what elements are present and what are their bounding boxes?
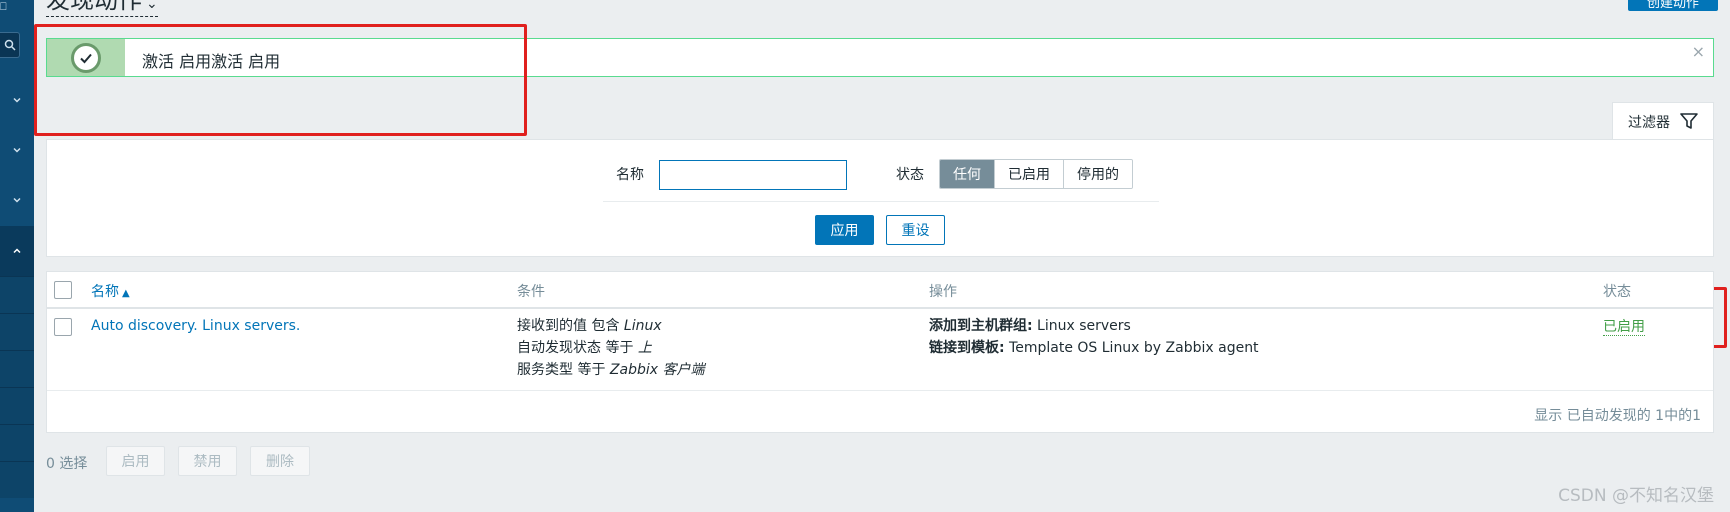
condition-value: Linux	[623, 318, 662, 334]
operation-label: 链接到模板:	[929, 340, 1005, 356]
operation-label: 添加到主机群组:	[929, 318, 1033, 334]
condition-value: Zabbix 客户端	[609, 362, 705, 378]
watermark: CSDN @不知名汉堡	[1558, 486, 1714, 506]
status-option-any[interactable]: 任何	[940, 160, 995, 188]
annotation-box	[34, 24, 527, 136]
sidebar-sub-item[interactable]	[0, 350, 34, 387]
table-header: 名称 ▲ 条件 操作 状态	[47, 272, 1713, 309]
column-header-operations: 操作	[929, 284, 957, 300]
sidebar-sub-item[interactable]	[0, 461, 34, 498]
action-name-link[interactable]: Auto discovery. Linux servers.	[91, 318, 300, 334]
sidebar-chevron-down-icon[interactable]	[0, 75, 34, 125]
filter-tab-label: 过滤器	[1628, 114, 1670, 131]
page-title[interactable]: 发现动作 ⌄	[46, 0, 158, 17]
status-cell: 已启用	[1603, 316, 1645, 338]
table-footer-count: 显示 已自动发现的 1中的1	[1534, 408, 1701, 424]
apply-button[interactable]: 应用	[815, 215, 874, 245]
status-option-enabled[interactable]: 已启用	[995, 160, 1064, 188]
sidebar-sub-item[interactable]	[0, 387, 34, 424]
column-header-conditions: 条件	[517, 284, 545, 300]
enable-button[interactable]: 启用	[106, 446, 165, 476]
sidebar-sub-item[interactable]	[0, 424, 34, 461]
status-toggle-link[interactable]: 已启用	[1603, 319, 1645, 336]
column-name-label: 名称	[91, 284, 119, 300]
sidebar-chevron-up-icon[interactable]	[0, 226, 34, 276]
condition-line: 服务类型 等于 Zabbix 客户端	[517, 359, 704, 381]
funnel-icon	[1680, 113, 1698, 129]
status-filter-label: 状态	[896, 167, 924, 183]
tab-filter[interactable]: 过滤器	[1612, 102, 1714, 140]
sort-asc-icon: ▲	[122, 288, 130, 299]
chevron-down-icon: ⌄	[146, 0, 158, 12]
column-header-status: 状态	[1603, 284, 1631, 300]
row-checkbox[interactable]	[54, 318, 72, 336]
reset-button[interactable]: 重设	[886, 215, 945, 245]
conditions-cell: 接收到的值 包含 Linux 自动发现状态 等于 上 服务类型 等于 Zabbi…	[517, 315, 704, 381]
filter-panel: 名称 状态 任何 已启用 停用的 应用 重设	[46, 139, 1714, 257]
page-title-text: 发现动作	[46, 0, 142, 14]
operation-value: Linux servers	[1032, 318, 1131, 334]
sidebar-chevron-down-icon[interactable]	[0, 125, 34, 175]
close-icon[interactable]: ×	[1692, 42, 1705, 61]
selected-count: 0 选择	[46, 456, 88, 472]
select-all-checkbox[interactable]	[54, 281, 72, 299]
disable-button[interactable]: 禁用	[178, 446, 237, 476]
operation-value: Template OS Linux by Zabbix agent	[1004, 340, 1259, 356]
name-filter-input[interactable]	[659, 160, 847, 190]
condition-label: 接收到的值 包含	[517, 318, 624, 334]
sidebar-chevron-down-icon[interactable]	[0, 175, 34, 225]
status-option-disabled[interactable]: 停用的	[1064, 160, 1132, 188]
action-name-cell: Auto discovery. Linux servers.	[91, 315, 300, 337]
sidebar-sub-item[interactable]	[0, 313, 34, 350]
actions-table: 名称 ▲ 条件 操作 状态 Auto discovery. Linux serve…	[46, 271, 1714, 433]
condition-label: 自动发现状态 等于	[517, 340, 638, 356]
sidebar-menu-icon[interactable]: ⎕	[0, 0, 14, 14]
name-filter-label: 名称	[616, 167, 644, 183]
operation-line: 链接到模板: Template OS Linux by Zabbix agent	[929, 337, 1259, 359]
delete-button[interactable]: 删除	[250, 446, 310, 476]
search-icon[interactable]	[0, 32, 20, 58]
status-filter-toggle: 任何 已启用 停用的	[939, 159, 1133, 189]
condition-line: 自动发现状态 等于 上	[517, 337, 704, 359]
table-row: Auto discovery. Linux servers. 接收到的值 包含 …	[47, 309, 1713, 391]
condition-value: 上	[637, 340, 652, 356]
operations-cell: 添加到主机群组: Linux servers 链接到模板: Template O…	[929, 315, 1259, 359]
sidebar-sub-item[interactable]	[0, 276, 34, 313]
filter-divider	[603, 201, 1159, 202]
sidebar: ⎕	[0, 0, 34, 512]
condition-line: 接收到的值 包含 Linux	[517, 315, 704, 337]
create-action-button[interactable]: 创建动作	[1628, 0, 1718, 11]
condition-label: 服务类型 等于	[517, 362, 610, 378]
column-header-name[interactable]: 名称 ▲	[91, 281, 130, 301]
operation-line: 添加到主机群组: Linux servers	[929, 315, 1259, 337]
